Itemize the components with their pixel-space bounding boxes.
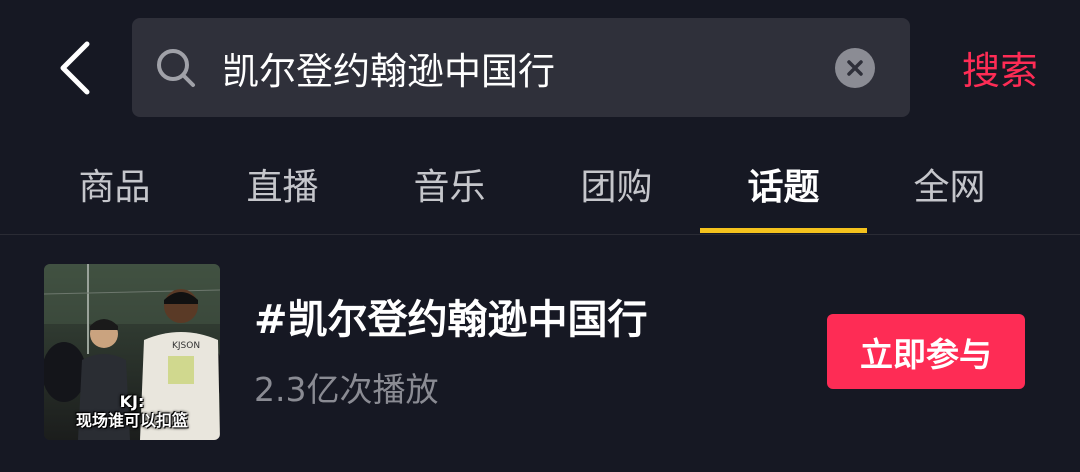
tab-topics[interactable]: 话题: [700, 134, 867, 234]
thumbnail-caption: KJ: 现场谁可以扣篮: [44, 392, 220, 430]
search-icon: [157, 49, 195, 87]
search-input[interactable]: [222, 18, 822, 117]
tab-music[interactable]: 音乐: [366, 134, 533, 234]
search-button[interactable]: 搜索: [940, 18, 1060, 117]
topic-result-item[interactable]: KJSON KJ: 现场谁可以扣篮 #凯尔登约翰逊中国行 2.3亿次播放 立即参…: [0, 235, 1080, 472]
clear-icon: [847, 60, 863, 76]
search-results-page: 搜索 商品 直播 音乐 团购 话题 全网: [0, 0, 1080, 472]
topic-thumbnail[interactable]: KJSON KJ: 现场谁可以扣篮: [44, 264, 220, 440]
active-tab-indicator: [700, 228, 867, 233]
tab-all-web[interactable]: 全网: [866, 134, 1033, 234]
search-field[interactable]: [132, 18, 910, 117]
topic-title[interactable]: #凯尔登约翰逊中国行: [254, 287, 648, 345]
join-topic-button[interactable]: 立即参与: [827, 314, 1025, 389]
clear-search-button[interactable]: [835, 48, 875, 88]
svg-text:KJSON: KJSON: [172, 341, 200, 351]
search-header: 搜索: [0, 0, 1080, 134]
back-button[interactable]: [44, 34, 104, 102]
tab-live[interactable]: 直播: [199, 134, 366, 234]
tab-group-buy[interactable]: 团购: [533, 134, 700, 234]
category-tabs: 商品 直播 音乐 团购 话题 全网: [0, 134, 1080, 235]
thumbnail-caption-line-2: 现场谁可以扣篮: [75, 411, 188, 430]
thumbnail-caption-line-1: KJ:: [119, 392, 145, 411]
chevron-left-icon: [60, 41, 90, 95]
topic-play-count: 2.3亿次播放: [254, 370, 439, 409]
tab-products[interactable]: 商品: [31, 134, 198, 234]
